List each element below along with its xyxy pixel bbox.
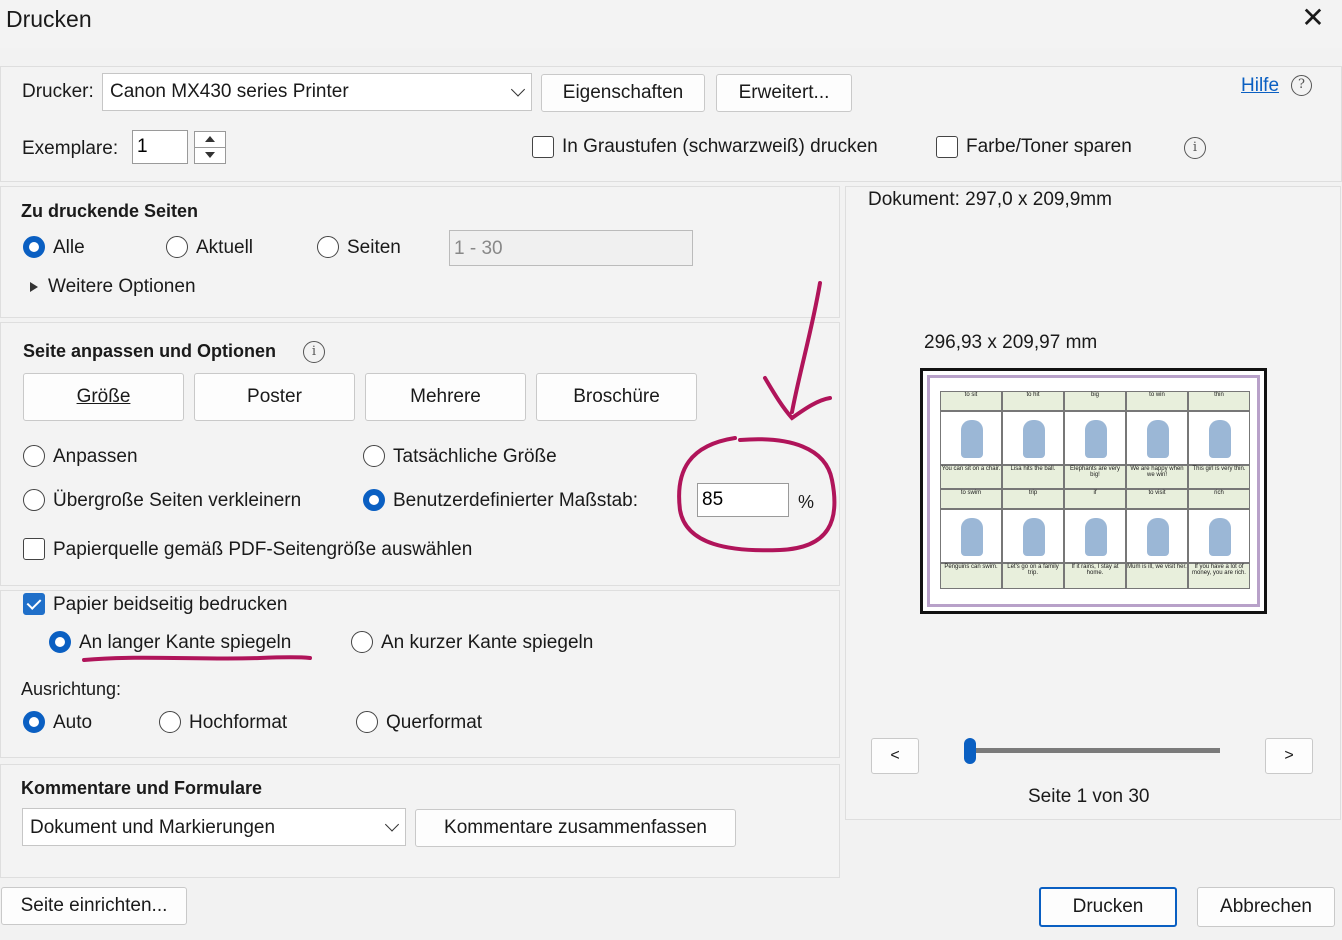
annotation-arrow [763,281,832,421]
annotation-underline [82,655,312,662]
annotation-layer [82,281,837,662]
annotation-circle [677,436,837,553]
